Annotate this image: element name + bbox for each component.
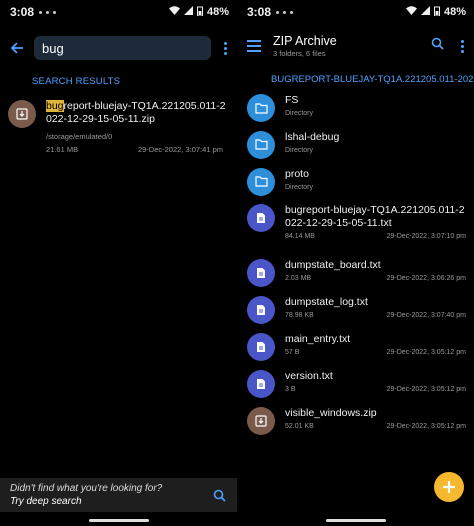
status-time: 3:08	[10, 5, 35, 19]
list-item[interactable]: main_entry.txt 57 B 29-Dec-2022, 3:05:12 p…	[237, 331, 474, 368]
item-size: 78.98 KB	[285, 312, 314, 320]
item-name: version.txt	[285, 369, 333, 382]
list-item[interactable]: bugreport-bluejay-TQ1A.221205.011-2022-1…	[237, 202, 474, 257]
deep-search-prompt: Didn't find what you're looking for?	[10, 483, 163, 494]
deep-search-link[interactable]: Try deep search	[10, 495, 211, 508]
zip-archive-screen: 3:08 48% ZIP Archive 3 folders, 6 files	[237, 0, 474, 526]
list-item[interactable]: lshal-debug Directory	[237, 129, 474, 166]
breadcrumb[interactable]: BUGREPORT-BLUEJAY-TQ1A.221205.011-2022-1…	[237, 64, 474, 92]
item-size: Directory	[285, 110, 314, 117]
file-list: FS Directory lshal-debug Directory proto Dire…	[237, 92, 474, 441]
list-item[interactable]: visible_windows.zip 52.01 KB 29-Dec-2022, …	[237, 405, 474, 442]
more-options-icon[interactable]	[456, 37, 468, 55]
page-subtitle: 3 folders, 6 files	[273, 49, 326, 58]
battery-percent: 48%	[443, 6, 466, 18]
zip-icon	[247, 406, 275, 435]
back-arrow-icon[interactable]	[8, 39, 26, 57]
item-size: 57 B	[285, 348, 300, 356]
signal-icon	[183, 6, 193, 18]
more-options-icon[interactable]	[219, 39, 231, 57]
item-date: 29-Dec-2022, 3:06:26 pm	[386, 275, 466, 283]
wifi-icon	[405, 6, 417, 18]
list-item[interactable]: dumpstate_board.txt 2.03 MB 29-Dec-2022, 3…	[237, 257, 474, 294]
item-size: 52.01 KB	[285, 422, 314, 430]
item-name: FS	[285, 94, 299, 106]
item-date: 29-Dec-2022, 3:05:12 pm	[386, 385, 466, 393]
list-item[interactable]: dumpstate_log.txt 78.98 KB 29-Dec-2022, 3:…	[237, 294, 474, 331]
document-icon	[247, 332, 275, 361]
document-icon	[247, 259, 275, 288]
item-name: lshal-debug	[285, 130, 340, 143]
result-path: /storage/emulated/0	[46, 132, 113, 141]
item-size: 3 B	[285, 385, 296, 393]
section-title: SEARCH RESULTS	[32, 76, 121, 87]
wifi-icon	[168, 6, 180, 18]
notification-icons	[276, 10, 294, 14]
search-bar: bug	[0, 30, 237, 66]
battery-icon	[196, 6, 203, 19]
result-date: 29-Dec-2022, 3:07:41 pm	[137, 145, 223, 154]
menu-icon[interactable]	[247, 40, 261, 52]
status-time: 3:08	[247, 5, 272, 19]
zip-icon	[8, 100, 36, 128]
item-date: 29-Dec-2022, 3:05:12 pm	[386, 422, 466, 430]
search-icon[interactable]	[431, 37, 444, 55]
page-title: ZIP Archive	[273, 34, 337, 48]
app-bar: ZIP Archive 3 folders, 6 files	[237, 28, 474, 64]
document-icon	[247, 296, 275, 325]
gesture-nav-bar[interactable]	[88, 519, 149, 522]
item-name: dumpstate_log.txt	[285, 296, 368, 309]
folder-icon	[247, 167, 275, 196]
gesture-nav-bar[interactable]	[325, 519, 386, 522]
item-name: proto	[285, 167, 309, 180]
item-size: 2.03 MB	[285, 275, 312, 283]
folder-icon	[247, 130, 275, 159]
item-date: 29-Dec-2022, 3:05:12 pm	[386, 348, 466, 356]
add-button[interactable]	[434, 472, 464, 502]
battery-percent: 48%	[206, 6, 229, 18]
battery-icon	[433, 6, 440, 19]
search-icon[interactable]	[211, 487, 227, 503]
item-size: 84.14 MB	[285, 233, 315, 241]
item-date: 29-Dec-2022, 3:07:40 pm	[386, 312, 466, 320]
search-input[interactable]: bug	[34, 36, 211, 60]
notification-icons	[39, 10, 57, 14]
result-filename: bugreport-bluejay-TQ1A.221205.011-2022-1…	[46, 100, 231, 126]
highlight-match: bug	[46, 100, 64, 112]
status-bar: 3:08 48%	[0, 0, 237, 24]
item-name: bugreport-bluejay-TQ1A.221205.011-2022-1…	[285, 204, 465, 230]
item-date: 29-Dec-2022, 3:07:10 pm	[386, 233, 466, 241]
deep-search-bar[interactable]: Didn't find what you're looking for? Try…	[0, 478, 237, 512]
list-item[interactable]: FS Directory	[237, 92, 474, 129]
search-screen: 3:08 48% bug SEARCH RESULTS bugreport-bl…	[0, 0, 237, 526]
list-item[interactable]: version.txt 3 B 29-Dec-2022, 3:05:12 pm	[237, 368, 474, 405]
item-name: visible_windows.zip	[285, 406, 377, 419]
item-size: Directory	[285, 183, 314, 191]
status-bar: 3:08 48%	[237, 0, 474, 24]
search-result-item[interactable]: bugreport-bluejay-TQ1A.221205.011-2022-1…	[0, 92, 237, 160]
signal-icon	[420, 6, 430, 18]
document-icon	[247, 369, 275, 398]
filename-rest: report-bluejay-TQ1A.221205.011-2022-12-2…	[46, 100, 226, 125]
result-size: 21.61 MB	[46, 145, 79, 154]
document-icon	[247, 204, 275, 233]
item-name: dumpstate_board.txt	[285, 259, 381, 272]
item-size: Directory	[285, 146, 314, 154]
folder-icon	[247, 94, 275, 122]
item-name: main_entry.txt	[285, 332, 351, 345]
list-item[interactable]: proto Directory	[237, 166, 474, 203]
